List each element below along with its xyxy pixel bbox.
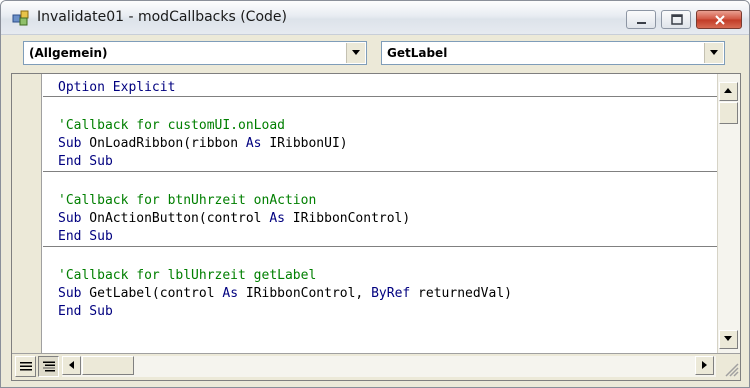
code-window: Invalidate01 - modCallbacks (Code) (Allg… — [0, 0, 750, 388]
bottom-bar — [12, 353, 740, 380]
full-module-view-icon — [43, 361, 55, 372]
object-combo-value: (Allgemein) — [29, 46, 108, 60]
procedure-view-icon — [20, 362, 32, 371]
object-combo-dropdown-button[interactable] — [346, 43, 365, 63]
chevron-down-icon — [352, 50, 360, 55]
code-comment: 'Callback for btnUhrzeit onAction — [58, 193, 317, 208]
vertical-scroll-thumb[interactable] — [719, 102, 738, 124]
procedure-view-button[interactable] — [15, 356, 36, 377]
maximize-icon — [671, 14, 683, 25]
horizontal-scroll-thumb[interactable] — [82, 356, 134, 375]
code-comment: 'Callback for customUI.onLoad — [58, 118, 285, 133]
minimize-icon — [637, 22, 646, 24]
procedure-separator — [43, 246, 717, 247]
title-bar[interactable]: Invalidate01 - modCallbacks (Code) — [1, 1, 749, 35]
code-keyword: As — [222, 286, 239, 301]
arrow-down-icon — [724, 336, 732, 341]
code-keyword: End Sub — [58, 229, 113, 244]
code-line[interactable]: End Sub — [58, 153, 113, 171]
margin-indicator-bar[interactable] — [12, 74, 42, 353]
code-editor: Option Explicit 'Callback for customUI.o… — [11, 73, 741, 381]
code-line[interactable]: Option Explicit — [58, 79, 175, 97]
code-keyword: Option Explicit — [58, 80, 176, 95]
code-keyword: Sub — [58, 286, 82, 301]
code-text: OnActionButton(control — [81, 211, 270, 226]
procedure-separator — [43, 171, 717, 172]
code-keyword: As — [269, 211, 285, 226]
close-button[interactable] — [696, 10, 742, 29]
code-line[interactable]: Sub OnActionButton(control As IRibbonCon… — [58, 210, 410, 228]
code-keyword: ByRef — [371, 286, 411, 301]
code-text: IRibbonUI) — [261, 136, 348, 151]
vba-module-icon — [12, 10, 29, 26]
window-title: Invalidate01 - modCallbacks (Code) — [37, 9, 287, 25]
object-combo[interactable]: (Allgemein) — [23, 41, 367, 65]
code-line[interactable]: Sub OnLoadRibbon(ribbon As IRibbonUI) — [58, 135, 348, 153]
full-module-view-button[interactable] — [38, 356, 59, 377]
code-line[interactable]: 'Callback for lblUhrzeit getLabel — [58, 267, 316, 285]
code-comment: 'Callback for lblUhrzeit getLabel — [58, 268, 317, 283]
close-icon — [715, 15, 725, 25]
code-keyword: As — [245, 136, 262, 151]
code-line[interactable]: 'Callback for btnUhrzeit onAction — [58, 192, 316, 210]
scroll-left-button[interactable] — [62, 356, 81, 375]
code-line[interactable]: 'Callback for customUI.onLoad — [58, 117, 285, 135]
resize-grip-icon[interactable] — [718, 356, 740, 378]
minimize-button[interactable] — [626, 10, 656, 29]
arrow-right-icon — [702, 361, 707, 369]
procedure-combo-value: GetLabel — [387, 46, 448, 60]
code-keyword: Sub — [58, 211, 82, 226]
code-line[interactable]: End Sub — [58, 228, 113, 246]
procedure-combo[interactable]: GetLabel — [381, 41, 725, 65]
code-text: returnedVal) — [410, 286, 512, 301]
arrow-up-icon — [724, 88, 732, 93]
code-keyword: End Sub — [58, 154, 113, 169]
chevron-down-icon — [710, 50, 718, 55]
code-text: IRibbonControl) — [284, 211, 411, 226]
horizontal-scrollbar[interactable] — [62, 356, 716, 377]
code-keyword: End Sub — [58, 304, 113, 319]
procedure-combo-dropdown-button[interactable] — [704, 43, 723, 63]
code-text: OnLoadRibbon(ribbon — [81, 136, 246, 151]
scroll-down-button[interactable] — [719, 330, 738, 349]
vertical-scrollbar[interactable] — [717, 74, 740, 353]
code-line[interactable]: Sub GetLabel(control As IRibbonControl, … — [58, 285, 512, 303]
code-area[interactable]: Option Explicit 'Callback for customUI.o… — [43, 74, 717, 353]
maximize-button[interactable] — [661, 10, 691, 29]
code-text: IRibbonControl, — [238, 286, 372, 301]
arrow-left-icon — [69, 361, 74, 369]
scroll-right-button[interactable] — [695, 356, 714, 375]
code-text: GetLabel(control — [81, 286, 223, 301]
code-line[interactable]: End Sub — [58, 303, 113, 321]
scroll-up-button[interactable] — [719, 82, 738, 101]
code-keyword: Sub — [58, 136, 82, 151]
